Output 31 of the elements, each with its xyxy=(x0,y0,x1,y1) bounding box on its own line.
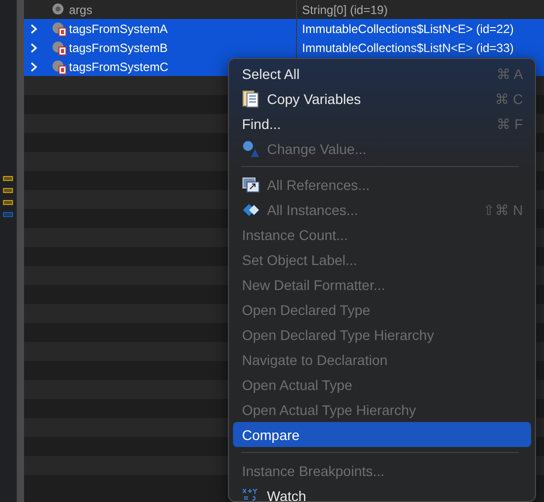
variable-value: String[0] (id=19) xyxy=(302,2,388,16)
field-icon xyxy=(52,40,68,56)
variable-row[interactable]: tagsFromSystemA ImmutableCollections$ListN<E> (id=22) xyxy=(24,19,544,38)
menu-item[interactable]: Copy Variables ⌘ C xyxy=(233,86,531,111)
menu-item[interactable]: Find... ⌘ F xyxy=(233,111,531,136)
annotation-marker[interactable] xyxy=(3,188,13,193)
shortcut-label: ⌘ F xyxy=(496,116,523,132)
variable-row[interactable]: tagsFromSystemB ImmutableCollections$ListN<E> (id=33) xyxy=(24,38,544,57)
variable-name: tagsFromSystemA xyxy=(69,22,168,36)
splitter-bar[interactable] xyxy=(16,0,24,502)
variable-name: tagsFromSystemC xyxy=(69,60,168,74)
annotation-marker[interactable] xyxy=(3,200,13,205)
menu-item[interactable]: Select All ⌘ A xyxy=(233,61,531,86)
menu-item[interactable]: Watch xyxy=(233,483,531,501)
annotation-marker[interactable] xyxy=(3,176,13,181)
variable-name: args xyxy=(69,2,92,16)
shortcut-label: ⌘ A xyxy=(496,66,523,82)
shortcut-label: ⌘ C xyxy=(495,90,523,106)
variable-value: ImmutableCollections$ListN<E> (id=33) xyxy=(302,40,514,54)
field-icon xyxy=(52,20,68,36)
menu-item[interactable]: Compare xyxy=(233,422,531,447)
search-icon xyxy=(242,140,260,158)
window-arrow-icon xyxy=(242,176,260,194)
formula-icon xyxy=(242,486,260,501)
clipboard-icon xyxy=(242,90,260,108)
annotation-marker[interactable] xyxy=(3,212,13,217)
shortcut-label: ⇧⌘ N xyxy=(483,202,523,218)
field-icon xyxy=(52,58,68,74)
variable-value: ImmutableCollections$ListN<E> (id=22) xyxy=(302,22,514,36)
variable-name: tagsFromSystemB xyxy=(69,40,168,54)
variable-row[interactable]: args String[0] (id=19) xyxy=(24,0,544,19)
